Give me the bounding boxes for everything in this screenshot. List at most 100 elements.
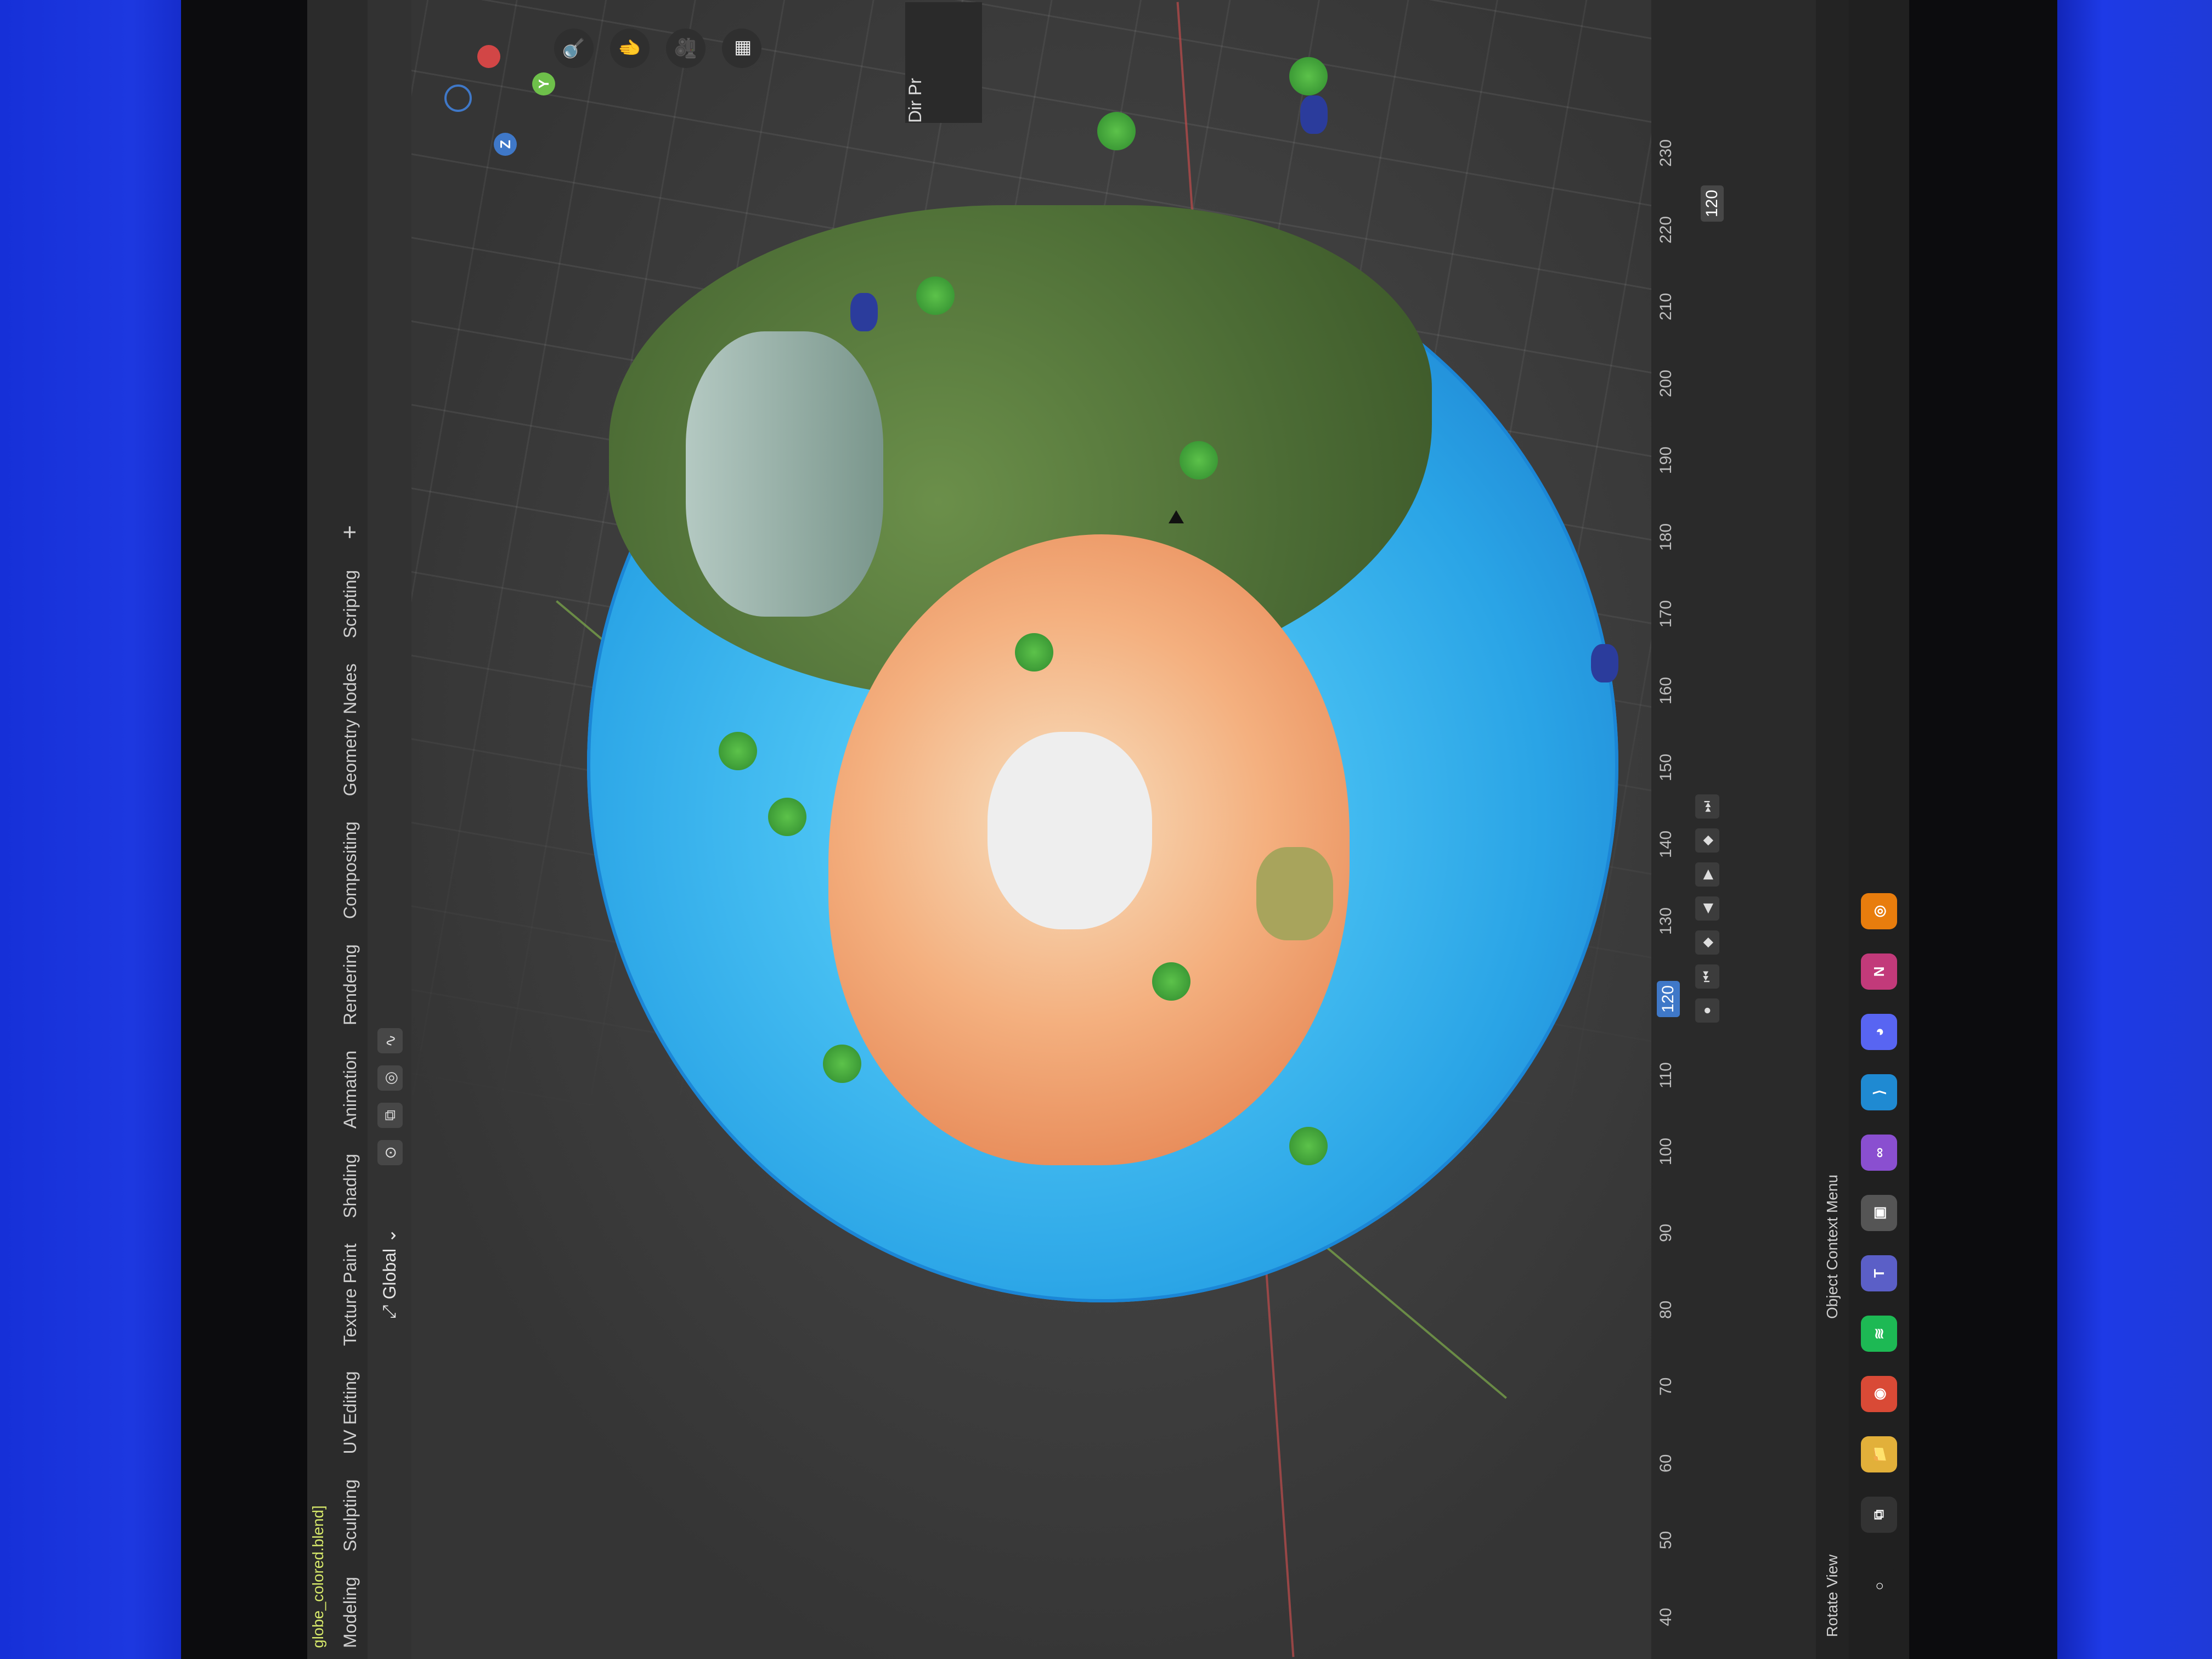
tab-compositing[interactable]: Compositing: [340, 821, 360, 919]
frame-tick: 90: [1657, 1223, 1675, 1242]
navigation-gizmo[interactable]: Z Y: [433, 35, 555, 178]
snow-patch: [988, 732, 1152, 929]
jump-start-icon[interactable]: ⏮: [1695, 964, 1719, 989]
frame-tick: 110: [1657, 1062, 1675, 1088]
file-name: globe_colored.blend]: [309, 1505, 326, 1648]
os-taskbar: ○ ⧉ 📁 ◉ ≋ T ▣ ∞ ⟩ ◕ N ◎: [1849, 0, 1909, 1659]
header-tools: ⊙ ⧉ ◎ ∿: [377, 1028, 403, 1165]
current-frame-indicator[interactable]: 120: [1657, 980, 1680, 1017]
pivot-icon[interactable]: ⊙: [377, 1140, 403, 1165]
tab-sculpting[interactable]: Sculpting: [340, 1480, 360, 1552]
prev-keyframe-icon[interactable]: ◆: [1695, 930, 1719, 955]
next-app-icon[interactable]: N: [1861, 953, 1897, 990]
jump-end-icon[interactable]: ⏭: [1695, 794, 1719, 819]
frame-tick: 210: [1657, 292, 1675, 320]
status-context-menu: Object Context Menu: [1824, 1174, 1841, 1319]
palm-tree: [1180, 441, 1218, 479]
proportional-edit-icon[interactable]: ◎: [377, 1065, 403, 1091]
next-keyframe-icon[interactable]: ◆: [1695, 828, 1719, 853]
gizmo-neg-z[interactable]: [444, 84, 472, 112]
top-bar: globe_colored.blend] Modeling Sculpting …: [307, 0, 368, 1659]
boat: [1591, 644, 1618, 682]
tab-animation[interactable]: Animation: [340, 1051, 360, 1128]
current-frame-field[interactable]: 120: [1701, 185, 1724, 222]
frame-tick: 130: [1657, 907, 1675, 935]
frame-tick: 230: [1657, 139, 1675, 167]
zoom-icon[interactable]: 🔍: [554, 29, 594, 68]
gizmo-y-axis[interactable]: Y: [532, 72, 555, 95]
camera-icon[interactable]: 🎥: [666, 29, 706, 68]
palm-tree: [719, 732, 757, 770]
play-reverse-icon[interactable]: ◀: [1695, 896, 1719, 921]
mountain: [686, 331, 883, 617]
spotify-app-icon[interactable]: ≋: [1861, 1316, 1897, 1352]
frame-tick: 190: [1657, 446, 1675, 474]
workspace-tabs: Modeling Sculpting UV Editing Texture Pa…: [335, 525, 365, 1648]
timeline[interactable]: 40 50 60 70 80 90 100 110 120 130 140 15…: [1651, 0, 1816, 1659]
add-workspace-button[interactable]: +: [336, 525, 364, 539]
frame-tick: 60: [1657, 1454, 1675, 1472]
blender-screen: globe_colored.blend] Modeling Sculpting …: [307, 0, 1909, 1659]
3d-viewport[interactable]: Z Y 🔍 ✋ 🎥 ▦ Dir Pr: [411, 0, 1651, 1659]
frame-tick: 100: [1657, 1137, 1675, 1165]
tab-scripting[interactable]: Scripting: [340, 570, 360, 639]
teams-app-icon[interactable]: T: [1861, 1255, 1897, 1291]
play-icon[interactable]: ▶: [1695, 862, 1719, 887]
frame-tick: 200: [1657, 369, 1675, 397]
discord-app-icon[interactable]: ◕: [1861, 1014, 1897, 1050]
viewport-header: ⤢ Global ⌄ ⊙ ⧉ ◎ ∿: [368, 0, 411, 1659]
grid-perspective-icon[interactable]: ▦: [722, 29, 761, 68]
boat: [1300, 95, 1328, 134]
side-panel-label: Dir: [905, 100, 925, 123]
gizmo-x-axis[interactable]: [477, 45, 500, 68]
record-icon[interactable]: ●: [1695, 998, 1719, 1023]
vscode-app-icon[interactable]: ⟩: [1861, 1074, 1897, 1110]
pan-hand-icon[interactable]: ✋: [610, 29, 650, 68]
small-island: [1256, 847, 1333, 940]
palm-tree: [1097, 112, 1136, 150]
frame-ruler: 40 50 60 70 80 90 100 110 120 130 140 15…: [1657, 35, 1690, 1626]
mouse-cursor: [1169, 510, 1184, 523]
tab-modeling[interactable]: Modeling: [340, 1577, 360, 1648]
side-panel-sub: Pr: [905, 78, 925, 96]
task-view-icon[interactable]: ⧉: [1861, 1497, 1897, 1533]
palm-tree: [1015, 633, 1053, 672]
tab-rendering[interactable]: Rendering: [340, 944, 360, 1025]
gizmo-z-axis[interactable]: Z: [494, 133, 517, 156]
files-app-icon[interactable]: 📁: [1861, 1436, 1897, 1472]
tab-texture-paint[interactable]: Texture Paint: [340, 1244, 360, 1346]
palm-tree: [1152, 962, 1190, 1001]
snap-icon[interactable]: ⧉: [377, 1103, 403, 1128]
frame-tick: 180: [1657, 523, 1675, 551]
palm-tree: [916, 276, 955, 315]
frame-tick: 40: [1657, 1607, 1675, 1626]
palm-tree: [768, 798, 806, 836]
transform-orientation-dropdown[interactable]: ⤢ Global ⌄: [376, 1228, 403, 1319]
status-bar: Rotate View Object Context Menu: [1816, 0, 1849, 1659]
frame-tick: 80: [1657, 1300, 1675, 1319]
orientation-label: Global: [379, 1248, 399, 1300]
chrome-app-icon[interactable]: ◉: [1861, 1376, 1897, 1412]
palm-tree: [1289, 1127, 1328, 1165]
status-rotate-view: Rotate View: [1824, 1554, 1841, 1637]
frame-tick: 220: [1657, 216, 1675, 244]
boat: [850, 293, 878, 331]
frame-tick: 140: [1657, 830, 1675, 858]
frame-tick: 170: [1657, 600, 1675, 628]
orientation-icon: ⤢: [379, 1305, 399, 1319]
blender-app-icon[interactable]: ◎: [1861, 893, 1897, 929]
start-icon[interactable]: ○: [1861, 1568, 1897, 1604]
side-panel-tab[interactable]: Dir Pr: [905, 2, 982, 123]
viewport-nav-buttons: 🔍 ✋ 🎥 ▦: [554, 29, 761, 68]
playback-controls: ● ⏮ ◆ ◀ ▶ ◆ ⏭: [1695, 794, 1719, 1023]
tab-uv-editing[interactable]: UV Editing: [340, 1371, 360, 1454]
frame-tick: 160: [1657, 676, 1675, 704]
photos-app-icon[interactable]: ▣: [1861, 1195, 1897, 1231]
visual-studio-icon[interactable]: ∞: [1861, 1135, 1897, 1171]
tab-geometry-nodes[interactable]: Geometry Nodes: [340, 663, 360, 796]
palm-tree: [823, 1045, 861, 1083]
falloff-icon[interactable]: ∿: [377, 1028, 403, 1053]
frame-tick: 150: [1657, 753, 1675, 781]
tab-shading[interactable]: Shading: [340, 1154, 360, 1218]
frame-tick: 70: [1657, 1377, 1675, 1396]
